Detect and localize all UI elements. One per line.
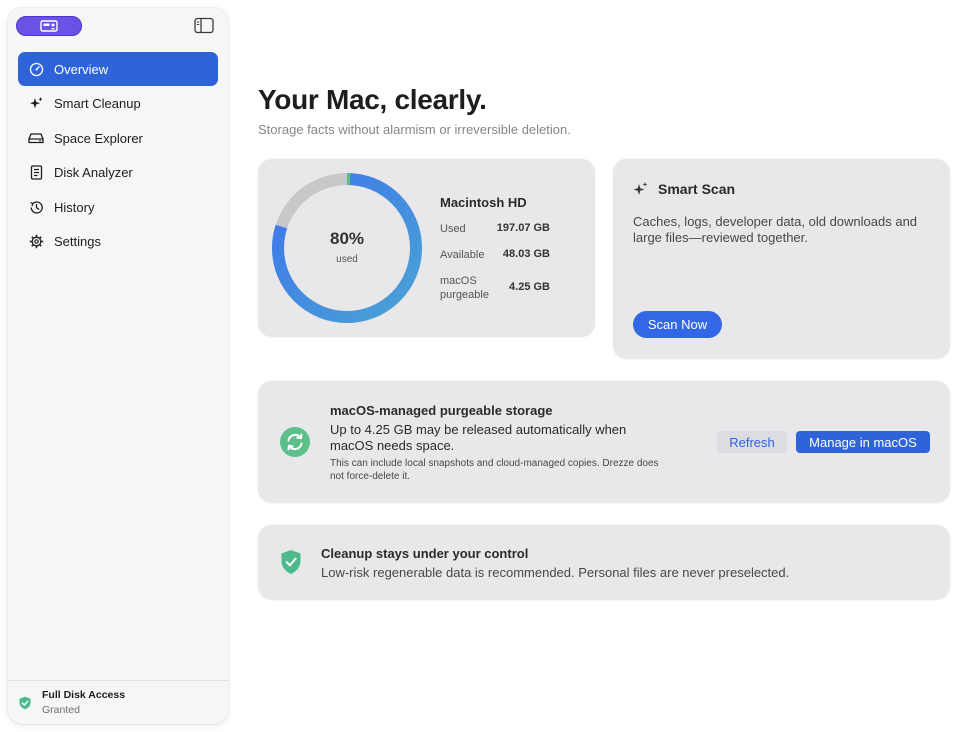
sidebar-item-label: Space Explorer: [54, 130, 143, 146]
sidebar-item-disk-analyzer[interactable]: Disk Analyzer: [18, 156, 218, 190]
sidebar-nav: Overview Smart Cleanup Space Explorer Di…: [18, 52, 218, 260]
sidebar-item-smart-cleanup[interactable]: Smart Cleanup: [18, 87, 218, 121]
page-title: Your Mac, clearly.: [258, 84, 487, 115]
profile-card-icon: [40, 20, 58, 32]
shield-check-icon: [19, 696, 31, 710]
sidebar-toggle-icon: [194, 17, 214, 34]
full-disk-access-title: Full Disk Access: [42, 689, 126, 701]
sidebar-item-label: History: [54, 199, 95, 215]
app-menu-button[interactable]: [16, 16, 82, 36]
sidebar-item-space-explorer[interactable]: Space Explorer: [18, 121, 218, 155]
refresh-button[interactable]: Refresh: [717, 431, 787, 453]
control-info-card: Cleanup stays under your control Low-ris…: [258, 525, 950, 600]
document-icon: [28, 165, 44, 181]
full-disk-access-status: Full Disk Access Granted: [18, 688, 125, 716]
smart-scan-header: Smart Scan: [633, 181, 735, 197]
sparkles-icon: [633, 182, 648, 195]
used-value: 197.07 GB: [496, 222, 550, 234]
control-description: Low-risk regenerable data is recommended…: [321, 565, 790, 580]
available-label: Available: [440, 249, 485, 261]
sidebar-item-settings[interactable]: Settings: [18, 225, 218, 259]
main-content: Your Mac, clearly. Storage facts without…: [258, 0, 950, 732]
gear-icon: [28, 234, 44, 250]
smart-scan-description: Caches, logs, developer data, old downlo…: [633, 214, 918, 245]
sidebar-toggle-button[interactable]: [194, 17, 214, 34]
control-title: Cleanup stays under your control: [321, 546, 529, 561]
purgeable-value: 4.25 GB: [509, 281, 550, 293]
scan-now-button[interactable]: Scan Now: [633, 311, 722, 338]
drive-icon: [28, 130, 44, 146]
disk-usage-card: 80% used Macintosh HD Used 197.07 GB Ava…: [258, 159, 595, 337]
refresh-circle-icon: [280, 427, 310, 457]
sidebar-item-label: Smart Cleanup: [54, 96, 141, 112]
smart-scan-card: Smart Scan Caches, logs, developer data,…: [613, 159, 950, 359]
used-label: Used: [440, 223, 466, 235]
disk-name: Macintosh HD: [440, 195, 527, 210]
disk-used-caption: used: [336, 254, 358, 265]
gauge-icon: [28, 61, 44, 77]
sidebar-top-bar: [16, 16, 220, 36]
purgeable-note: This can include local snapshots and clo…: [330, 458, 659, 482]
sidebar-item-label: Disk Analyzer: [54, 165, 133, 181]
purgeable-title: macOS-managed purgeable storage: [330, 403, 553, 418]
sidebar-divider: [8, 680, 228, 681]
purgeable-label: macOS purgeable: [440, 275, 489, 301]
sparkles-icon: [28, 96, 44, 112]
purgeable-description: Up to 4.25 GB may be released automatica…: [330, 422, 627, 453]
disk-used-percent: 80%: [329, 229, 365, 248]
smart-scan-title: Smart Scan: [658, 181, 736, 197]
sidebar-item-label: Settings: [54, 234, 101, 250]
sidebar-item-label: Overview: [54, 61, 109, 77]
sidebar-item-history[interactable]: History: [18, 190, 218, 224]
full-disk-access-value: Granted: [42, 704, 80, 716]
page-subtitle: Storage facts without alarmism or irreve…: [258, 122, 571, 137]
manage-in-macos-button[interactable]: Manage in macOS: [796, 431, 930, 453]
sidebar-item-overview[interactable]: Overview: [18, 52, 218, 86]
shield-check-icon: [281, 550, 301, 574]
sidebar: Overview Smart Cleanup Space Explorer Di…: [8, 8, 228, 724]
available-value: 48.03 GB: [502, 248, 550, 260]
purgeable-storage-card: macOS-managed purgeable storage Up to 4.…: [258, 381, 950, 503]
clock-arrow-icon: [28, 199, 44, 215]
